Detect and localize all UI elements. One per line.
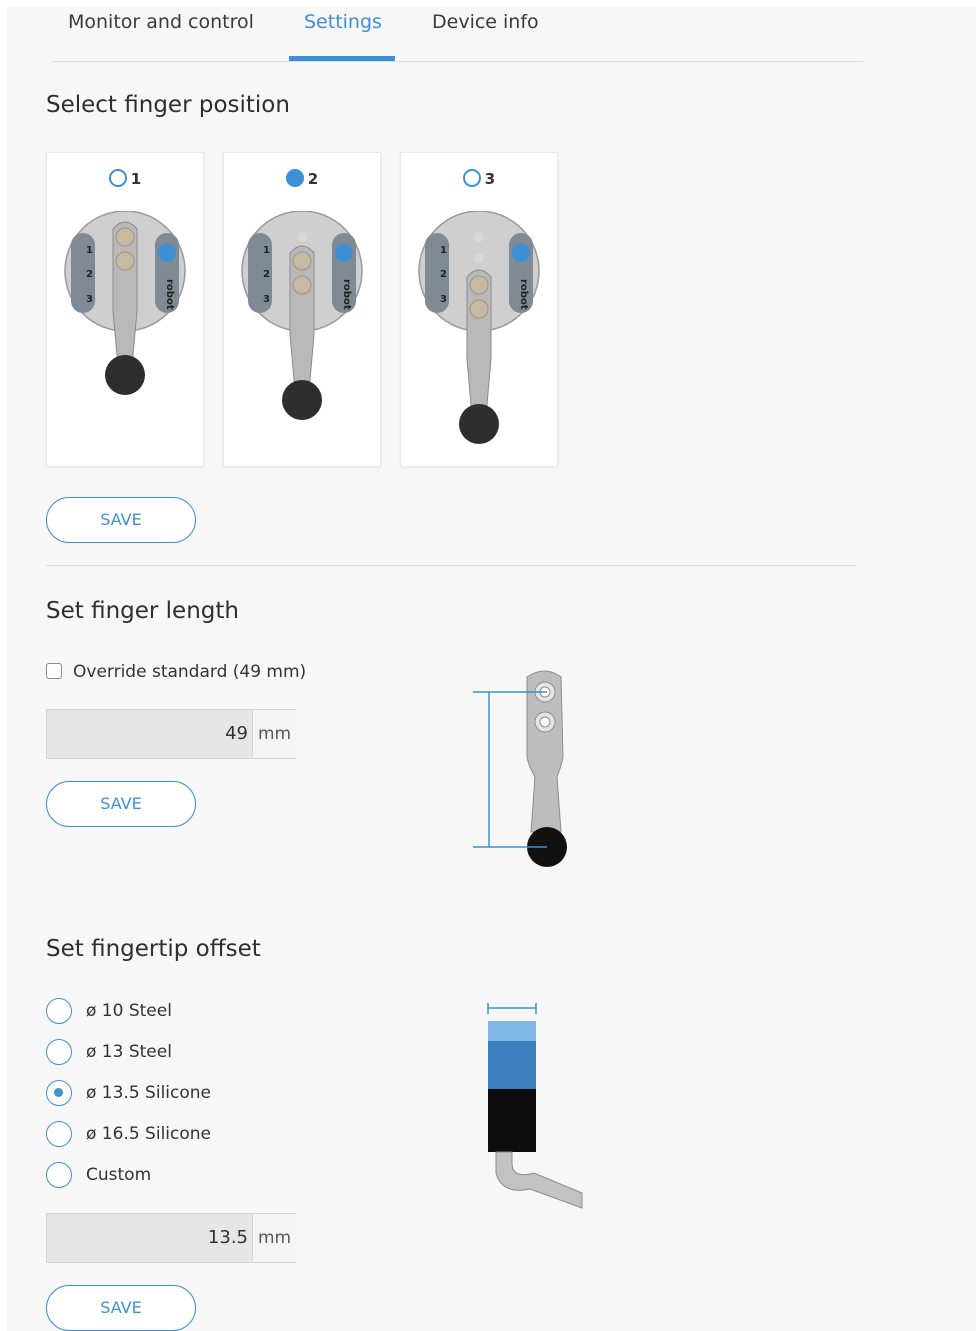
svg-text:2: 2 [440, 269, 447, 280]
finger-position-title: Select finger position [46, 92, 290, 118]
fingertip-option-label: ø 13.5 Silicone [86, 1083, 212, 1103]
gripper-position-3-illustration: 1 2 3 robot [418, 211, 540, 444]
finger-position-card-3[interactable]: 3 1 2 3 robot [400, 152, 558, 467]
fingertip-option-13-steel[interactable]: ø 13 Steel [46, 1039, 172, 1067]
tab-monitor-and-control[interactable]: Monitor and control [68, 11, 254, 61]
fingertip-option-label: ø 10 Steel [86, 1001, 172, 1021]
svg-text:1: 1 [86, 245, 93, 256]
section-divider [46, 565, 856, 566]
fingertip-option-label: ø 13 Steel [86, 1042, 172, 1062]
fingertip-option-13-5-silicone[interactable]: ø 13.5 Silicone [46, 1080, 211, 1108]
finger-position-label-2: 2 [307, 170, 319, 188]
fingertip-option-custom[interactable]: Custom [46, 1162, 151, 1190]
override-standard-checkbox[interactable] [46, 663, 62, 679]
finger-position-radio-2[interactable]: 2 [224, 169, 380, 188]
svg-text:robot: robot [164, 279, 175, 310]
fingertip-offset-input[interactable]: 13.5 mm [46, 1213, 296, 1263]
finger-position-card-2[interactable]: 2 1 2 3 robot [223, 152, 381, 467]
radio-icon[interactable] [46, 1121, 72, 1147]
finger-position-radio-3[interactable]: 3 [401, 169, 557, 188]
finger-length-diagram [473, 670, 567, 867]
svg-text:1: 1 [263, 245, 270, 256]
svg-text:1: 1 [440, 245, 447, 256]
svg-text:3: 3 [440, 294, 447, 305]
radio-checked-icon [285, 169, 304, 187]
fingertip-option-label: Custom [86, 1165, 152, 1185]
finger-length-unit: mm [252, 710, 296, 758]
fingertip-offset-title: Set fingertip offset [46, 936, 261, 962]
fingertip-option-10-steel[interactable]: ø 10 Steel [46, 998, 172, 1026]
radio-icon[interactable] [46, 1039, 72, 1065]
tab-bar: Monitor and control Settings Device info [53, 7, 863, 62]
active-tab-indicator [289, 56, 395, 61]
tab-settings[interactable]: Settings [304, 11, 382, 61]
override-standard-row[interactable]: Override standard (49 mm) [46, 662, 306, 682]
settings-panel: Monitor and control Settings Device info… [7, 7, 976, 1331]
save-fingertip-offset-button[interactable]: SAVE [46, 1285, 196, 1331]
radio-selected-icon[interactable] [46, 1080, 72, 1106]
finger-length-input[interactable]: 49 mm [46, 709, 296, 759]
tab-device-info[interactable]: Device info [432, 11, 539, 61]
svg-text:3: 3 [86, 294, 93, 305]
finger-position-card-1[interactable]: 1 1 2 3 robot [46, 152, 204, 467]
finger-length-title: Set finger length [46, 598, 239, 624]
finger-position-label-3: 3 [484, 170, 496, 188]
finger-position-radio-1[interactable]: 1 [47, 169, 203, 188]
save-finger-position-button[interactable]: SAVE [46, 497, 196, 543]
svg-text:robot: robot [518, 279, 529, 310]
finger-length-value[interactable]: 49 [47, 710, 252, 758]
gripper-position-2-illustration: 1 2 3 robot [241, 211, 363, 420]
radio-icon[interactable] [46, 1162, 72, 1188]
radio-icon[interactable] [46, 998, 72, 1024]
svg-text:2: 2 [263, 269, 270, 280]
svg-text:3: 3 [263, 294, 270, 305]
fingertip-option-16-5-silicone[interactable]: ø 16.5 Silicone [46, 1121, 211, 1149]
fingertip-offset-diagram [487, 1003, 583, 1209]
radio-circle-icon [108, 169, 127, 187]
svg-text:robot: robot [341, 279, 352, 310]
fingertip-offset-value[interactable]: 13.5 [47, 1214, 252, 1262]
svg-text:2: 2 [86, 269, 93, 280]
fingertip-offset-unit: mm [252, 1214, 296, 1262]
save-finger-length-button[interactable]: SAVE [46, 781, 196, 827]
gripper-position-1-illustration: 1 2 3 robot [64, 211, 186, 395]
radio-circle-icon [462, 169, 481, 187]
override-standard-label: Override standard (49 mm) [73, 662, 307, 682]
fingertip-option-label: ø 16.5 Silicone [86, 1124, 212, 1144]
finger-position-label-1: 1 [130, 170, 142, 188]
